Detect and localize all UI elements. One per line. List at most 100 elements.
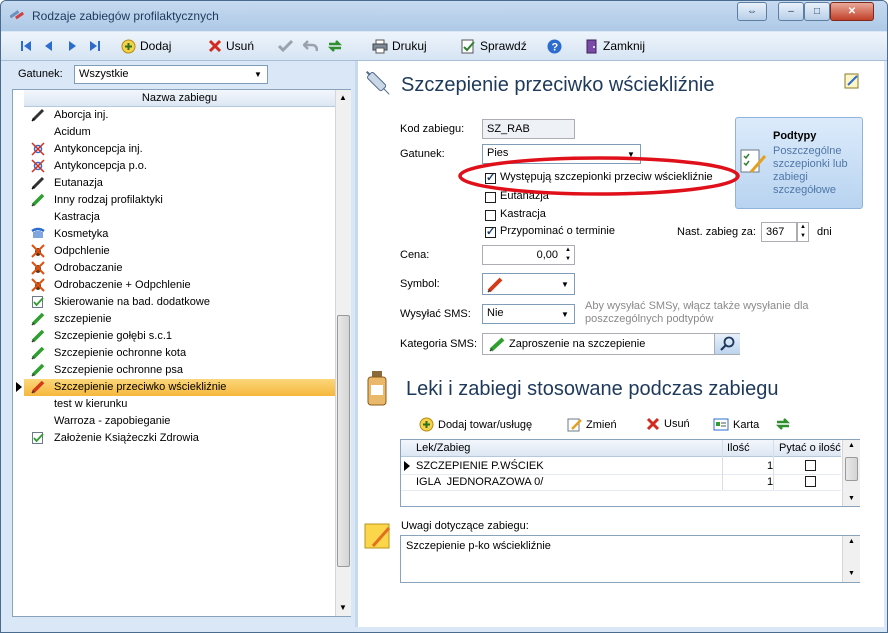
next-procedure-days-field[interactable]: 367 xyxy=(761,222,797,242)
list-item[interactable]: Odrobaczenie + Odpchlenie xyxy=(24,277,335,294)
ask-quantity-checkbox[interactable] xyxy=(805,476,816,487)
list-scrollbar[interactable]: ▲ ▼ xyxy=(335,90,351,616)
scroll-down-icon[interactable]: ▼ xyxy=(339,603,347,612)
check-button[interactable]: Sprawdź xyxy=(460,38,527,54)
list-item[interactable]: Aborcja inj. xyxy=(24,107,335,124)
previous-record-button[interactable] xyxy=(42,38,56,54)
syringe-dark-icon xyxy=(31,176,45,190)
checkbox-label[interactable]: Przypominać o terminie xyxy=(500,225,615,237)
delete-item-button[interactable]: Usuń xyxy=(646,417,690,431)
list-item[interactable]: Odpchlenie xyxy=(24,243,335,260)
refresh-items-button[interactable] xyxy=(775,417,791,431)
comb-icon xyxy=(31,227,45,238)
list-item-label: Antykoncepcja inj. xyxy=(54,143,143,155)
species-filter-value: Wszystkie xyxy=(79,68,129,80)
scroll-down-icon[interactable]: ▼ xyxy=(848,495,855,502)
symbol-select[interactable]: ▼ xyxy=(482,273,575,295)
scroll-up-icon[interactable]: ▲ xyxy=(339,93,347,102)
list-item[interactable]: Kastracja xyxy=(24,209,335,226)
maximize-button[interactable]: □ xyxy=(804,2,830,21)
scroll-down-icon[interactable]: ▼ xyxy=(848,570,855,577)
close-button[interactable]: Zamknij xyxy=(584,38,645,54)
restore-button[interactable]: ⇔ xyxy=(737,2,767,21)
list-header-name[interactable]: Nazwa zabiegu xyxy=(24,90,335,107)
sms-category-search-button[interactable] xyxy=(714,334,740,354)
sms-category-field[interactable]: Zaproszenie na szczepienie xyxy=(482,333,740,355)
list-item[interactable]: Eutanazja xyxy=(24,175,335,192)
delete-item-label: Usuń xyxy=(664,418,690,430)
close-window-button[interactable]: ✕ xyxy=(830,2,874,21)
list-item[interactable]: Kosmetyka xyxy=(24,226,335,243)
checkbox-3[interactable] xyxy=(485,225,496,238)
list-item[interactable]: Założenie Książeczki Zdrowia xyxy=(24,430,335,447)
species-filter-select[interactable]: Wszystkie ▼ xyxy=(74,65,268,84)
edit-note-icon[interactable] xyxy=(844,73,860,89)
printer-icon xyxy=(372,39,388,53)
syringe-green-icon xyxy=(31,193,45,207)
grid-scrollbar-thumb[interactable] xyxy=(845,457,858,481)
last-record-button[interactable] xyxy=(88,38,102,54)
previous-icon xyxy=(45,41,52,51)
send-sms-select[interactable]: Nie ▼ xyxy=(482,304,575,324)
code-field[interactable]: SZ_RAB xyxy=(482,119,575,139)
checkbox-label[interactable]: Kastracja xyxy=(500,208,546,220)
scroll-up-icon[interactable]: ▲ xyxy=(848,442,855,449)
price-spinner[interactable]: ▲ ▼ xyxy=(562,246,574,264)
app-icon xyxy=(10,10,25,20)
check-label: Sprawdź xyxy=(480,39,527,53)
list-item[interactable]: szczepienie xyxy=(24,311,335,328)
minimize-button[interactable]: – xyxy=(778,2,804,21)
first-record-button[interactable] xyxy=(19,38,33,54)
scrollbar-thumb[interactable] xyxy=(337,315,350,567)
symbol-label: Symbol: xyxy=(400,278,440,290)
syringe-green-icon xyxy=(31,346,45,360)
next-record-button[interactable] xyxy=(65,38,79,54)
ask-quantity-checkbox[interactable] xyxy=(805,460,816,471)
col-header-name[interactable]: Lek/Zabieg xyxy=(416,442,470,454)
scroll-up-icon[interactable]: ▲ xyxy=(848,538,855,545)
list-item[interactable]: Szczepienie gołębi s.c.1 xyxy=(24,328,335,345)
delete-button[interactable]: Usuń xyxy=(208,38,254,54)
days-spinner[interactable]: ▲ ▼ xyxy=(797,222,809,242)
plus-icon xyxy=(121,39,136,53)
add-item-label: Dodaj towar/usługę xyxy=(438,418,533,431)
code-label: Kod zabiegu: xyxy=(400,123,465,135)
list-item[interactable]: Szczepienie ochronne kota xyxy=(24,345,335,362)
list-item[interactable]: Acidum xyxy=(24,124,335,141)
checkbox-2[interactable] xyxy=(485,210,496,221)
list-item[interactable]: test w kierunku xyxy=(24,396,335,413)
card-button[interactable]: Karta xyxy=(713,417,759,432)
subtypes-button[interactable]: Podtypy Poszczególne szczepionki lub zab… xyxy=(735,117,863,209)
notes-scrollbar[interactable]: ▲ ▼ xyxy=(842,536,860,582)
notes-textarea[interactable]: Szczepienie p-ko wściekliźnie ▲ ▼ xyxy=(400,535,860,583)
edit-item-button[interactable]: Zmień xyxy=(567,417,617,432)
grid-row[interactable]: SZCZEPIENIE P.WŚCIEK 1 xyxy=(401,458,841,475)
list-item-label: Szczepienie gołębi s.c.1 xyxy=(54,330,173,342)
list-item[interactable]: Odrobaczanie xyxy=(24,260,335,277)
help-button[interactable]: ? xyxy=(547,38,562,54)
delete-label: Usuń xyxy=(226,39,255,53)
list-item[interactable]: Inny rodzaj profilaktyki xyxy=(24,192,335,209)
col-header-ask[interactable]: Pytać o ilość xyxy=(779,442,841,454)
list-item[interactable]: Warroza - zapobieganie xyxy=(24,413,335,430)
grid-scrollbar[interactable]: ▲ ▼ xyxy=(842,440,860,506)
refresh-button[interactable] xyxy=(327,38,343,54)
confirm-button[interactable] xyxy=(278,38,293,54)
grid-row[interactable]: IGLA JEDNORAZOWA 0/1 xyxy=(401,474,841,491)
add-item-button[interactable]: Dodaj towar/usługę xyxy=(419,417,532,432)
crossed-gender-icon xyxy=(31,159,45,173)
checklist-pencil-icon xyxy=(740,149,767,173)
undo-button[interactable] xyxy=(303,38,318,54)
list-item[interactable]: Szczepienie przeciwko wściekliźnie xyxy=(24,379,335,396)
list-item[interactable]: Skierowanie na bad. dodatkowe xyxy=(24,294,335,311)
list-item[interactable]: Antykoncepcja p.o. xyxy=(24,158,335,175)
grid-cell-name: IGLA JEDNORAZOWA 0/ xyxy=(416,476,544,488)
list-item-label: Odpchlenie xyxy=(54,245,110,257)
delete-icon xyxy=(646,417,660,431)
print-button[interactable]: Drukuj xyxy=(372,38,427,54)
send-sms-value: Nie xyxy=(487,307,504,319)
list-item[interactable]: Szczepienie ochronne psa xyxy=(24,362,335,379)
add-button[interactable]: Dodaj xyxy=(121,38,171,54)
list-item[interactable]: Antykoncepcja inj. xyxy=(24,141,335,158)
col-header-qty[interactable]: Ilość xyxy=(727,442,750,454)
